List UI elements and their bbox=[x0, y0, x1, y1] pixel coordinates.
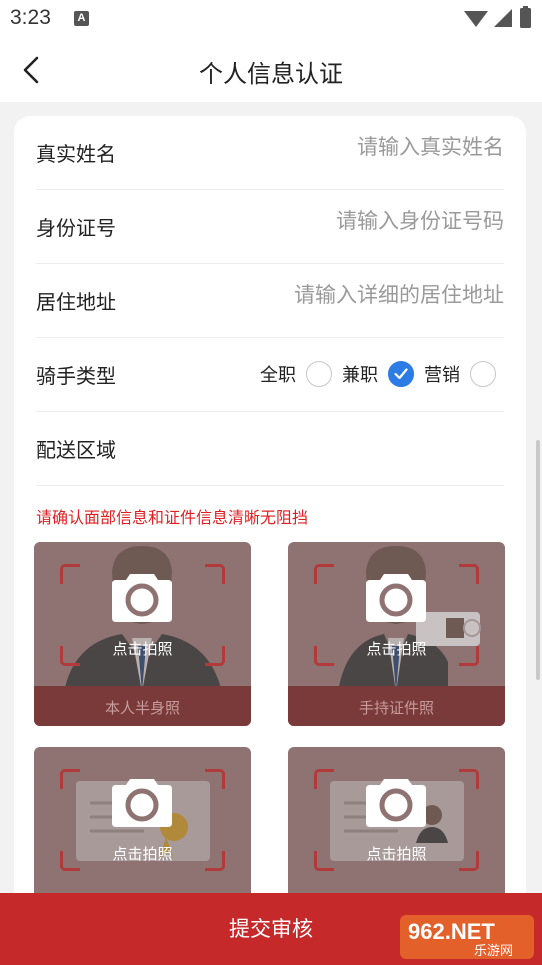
checkmark-icon bbox=[394, 368, 408, 380]
tap-to-photo-text: 点击拍照 bbox=[112, 845, 173, 863]
delivery-area-row[interactable]: 配送区域 bbox=[36, 412, 504, 486]
radio-fulltime-label: 全职 bbox=[260, 365, 296, 386]
tap-to-photo-text: 点击拍照 bbox=[366, 640, 427, 658]
half-body-photo-upload[interactable]: 点击拍照 本人半身照 bbox=[34, 542, 251, 726]
tap-to-photo-text: 点击拍照 bbox=[112, 640, 173, 658]
notification-a-icon: A bbox=[74, 11, 89, 26]
svg-text:乐游网: 乐游网 bbox=[474, 944, 513, 959]
radio-fulltime-circle[interactable] bbox=[306, 361, 332, 387]
name-input[interactable] bbox=[204, 135, 504, 159]
id-number-label: 身份证号 bbox=[36, 216, 116, 240]
rider-type-row: 骑手类型 全职 兼职 营销 bbox=[36, 338, 504, 412]
site-watermark-logo: 962.NET 乐游网 bbox=[400, 915, 534, 959]
tap-to-photo-text: 点击拍照 bbox=[366, 845, 427, 863]
address-label: 居住地址 bbox=[36, 290, 116, 314]
nav-bar: 个人信息认证 bbox=[0, 38, 542, 102]
cell-signal-icon bbox=[494, 9, 512, 27]
camera-icon bbox=[112, 779, 172, 827]
camera-icon bbox=[366, 574, 426, 622]
signal-battery-icons bbox=[464, 6, 531, 28]
id-number-row: 身份证号 bbox=[36, 190, 504, 264]
name-label: 真实姓名 bbox=[36, 142, 116, 166]
name-row: 真实姓名 bbox=[36, 116, 504, 190]
status-time: 3:23 bbox=[10, 6, 51, 29]
scrollbar[interactable] bbox=[536, 440, 540, 680]
address-row: 居住地址 bbox=[36, 264, 504, 338]
radio-marketing-label: 营销 bbox=[424, 365, 460, 386]
photo-notice: 请确认面部信息和证件信息清晰无阻挡 bbox=[36, 508, 309, 527]
radio-parttime[interactable]: 兼职 bbox=[342, 361, 414, 387]
rider-type-radio-group: 全职 兼职 营销 bbox=[250, 358, 496, 390]
radio-marketing[interactable]: 营销 bbox=[424, 361, 496, 387]
photo-caption: 本人半身照 bbox=[34, 686, 251, 726]
radio-parttime-label: 兼职 bbox=[342, 365, 378, 386]
page-title: 个人信息认证 bbox=[199, 60, 343, 88]
rider-type-label: 骑手类型 bbox=[36, 364, 116, 388]
id-number-input[interactable] bbox=[204, 209, 504, 233]
address-input[interactable] bbox=[184, 283, 504, 307]
battery-icon bbox=[520, 8, 531, 28]
camera-icon bbox=[366, 779, 426, 827]
radio-parttime-circle[interactable] bbox=[388, 361, 414, 387]
radio-fulltime[interactable]: 全职 bbox=[260, 361, 332, 387]
photo-caption: 手持证件照 bbox=[288, 686, 505, 726]
radio-marketing-circle[interactable] bbox=[470, 361, 496, 387]
delivery-area-label: 配送区域 bbox=[36, 438, 116, 462]
status-bar: 3:23 A bbox=[0, 0, 542, 38]
form-card: 真实姓名 身份证号 居住地址 骑手类型 全职 兼职 营销 bbox=[14, 116, 526, 965]
wifi-icon bbox=[464, 11, 488, 27]
holding-id-photo-upload[interactable]: 点击拍照 手持证件照 bbox=[288, 542, 505, 726]
camera-icon bbox=[112, 574, 172, 622]
svg-text:962.NET: 962.NET bbox=[408, 919, 495, 944]
